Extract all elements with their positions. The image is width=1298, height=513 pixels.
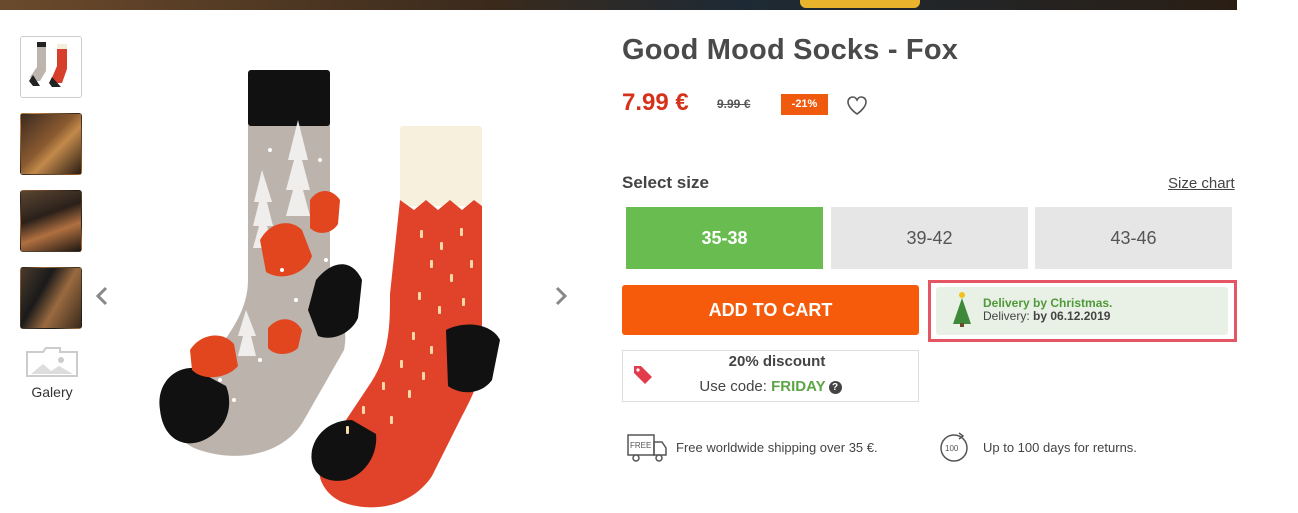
size-chart-link[interactable]: Size chart bbox=[1168, 175, 1235, 192]
image-icon bbox=[26, 347, 78, 377]
sock-left bbox=[159, 70, 362, 456]
truck-free-label: FREE bbox=[630, 441, 651, 450]
gallery-label: Galery bbox=[31, 384, 73, 400]
free-shipping-text: Free worldwide shipping over 35 €. bbox=[676, 440, 878, 455]
promo-code-prefix: Use code: bbox=[699, 378, 767, 395]
discount-badge: -21% bbox=[781, 94, 828, 115]
promo-banner[interactable] bbox=[0, 0, 1237, 10]
old-price: 9.99 € bbox=[717, 97, 751, 111]
product-main-image bbox=[159, 70, 500, 508]
heart-icon[interactable] bbox=[845, 94, 869, 116]
promo-code: FRIDAY bbox=[771, 378, 826, 395]
truck-icon: FREE bbox=[627, 434, 667, 462]
select-size-label: Select size bbox=[622, 173, 709, 192]
current-price: 7.99 € bbox=[622, 89, 689, 116]
thumbnail-list bbox=[20, 36, 84, 344]
add-to-cart-button[interactable]: ADD TO CART bbox=[622, 285, 919, 335]
thumbnail-photo-1[interactable] bbox=[20, 113, 82, 175]
delivery-christmas-text: Delivery by Christmas. bbox=[983, 296, 1113, 310]
delivery-date-value: by 06.12.2019 bbox=[1033, 309, 1111, 323]
size-option-35-38[interactable]: 35-38 bbox=[626, 207, 823, 269]
chevron-right-icon[interactable] bbox=[551, 284, 571, 308]
delivery-date-prefix: Delivery: bbox=[983, 309, 1030, 323]
thumbnail-product[interactable] bbox=[20, 36, 82, 98]
promo-code-line: Use code: FRIDAY? bbox=[622, 378, 919, 395]
help-icon[interactable]: ? bbox=[828, 381, 842, 394]
returns-icon: 100 bbox=[940, 432, 968, 462]
gallery-link[interactable]: Galery bbox=[20, 346, 84, 400]
returns-text: Up to 100 days for returns. bbox=[983, 440, 1137, 455]
christmas-tree-icon bbox=[953, 292, 971, 327]
promo-title: 20% discount bbox=[728, 353, 826, 370]
size-option-39-42[interactable]: 39-42 bbox=[831, 207, 1028, 269]
delivery-date-text: Delivery: by 06.12.2019 bbox=[983, 309, 1110, 323]
product-title: Good Mood Socks - Fox bbox=[622, 34, 959, 66]
thumbnail-photo-2[interactable] bbox=[20, 190, 82, 252]
returns-badge-number: 100 bbox=[945, 444, 959, 453]
thumbnail-photo-3[interactable] bbox=[20, 267, 82, 329]
chevron-left-icon[interactable] bbox=[92, 284, 112, 308]
size-option-43-46[interactable]: 43-46 bbox=[1035, 207, 1232, 269]
